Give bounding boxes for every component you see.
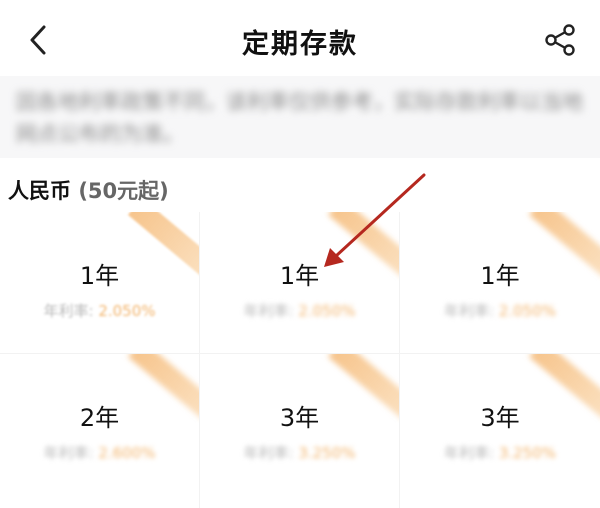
currency-section-title: 人民币 (50元起) <box>8 175 169 205</box>
product-rate: 年利率: 2.050% <box>0 300 199 321</box>
share-button[interactable] <box>540 20 580 60</box>
product-rate: 年利率: 3.250% <box>200 442 399 463</box>
page-title: 定期存款 <box>242 29 358 60</box>
rate-value: 2.050% <box>298 302 356 320</box>
deposit-product-card[interactable]: 1年 年利率: 2.050% <box>200 212 400 354</box>
deposit-product-card[interactable]: 3年 年利率: 3.250% <box>200 354 400 508</box>
deposit-product-card[interactable]: 1年 年利率: 2.050% <box>400 212 600 354</box>
rate-label: 年利率: <box>243 444 294 462</box>
currency-label: 人民币 <box>8 179 71 203</box>
rate-label: 年利率: <box>243 302 294 320</box>
rate-value: 2.600% <box>98 444 156 462</box>
rate-value: 3.250% <box>298 444 356 462</box>
rate-value: 3.250% <box>498 444 557 462</box>
product-term: 3年 <box>279 404 320 432</box>
deposit-product-card[interactable]: 3年 年利率: 3.250% <box>400 354 600 508</box>
rate-value: 2.050% <box>98 302 156 320</box>
deposit-product-card[interactable]: 2年 年利率: 2.600% <box>0 354 200 508</box>
product-rate: 年利率: 2.050% <box>200 300 399 321</box>
rate-notice-text: 因各地利率政策不同，该利率仅供参考，实际存款利率以当地网点公布的为准。 <box>16 90 583 146</box>
product-rate: 年利率: 2.600% <box>0 442 199 463</box>
product-term: 3年 <box>480 404 520 432</box>
deposit-product-grid: 1年 年利率: 2.050% 1年 年利率: 2.050% 1年 年利率: 2.… <box>0 212 600 508</box>
rate-value: 2.050% <box>498 302 557 320</box>
rate-label: 年利率: <box>443 444 495 462</box>
top-bar: 定期存款 <box>0 0 600 76</box>
product-term: 1年 <box>79 262 120 290</box>
product-rate: 年利率: 3.250% <box>400 442 600 463</box>
rate-label: 年利率: <box>43 444 94 462</box>
product-term: 1年 <box>480 262 520 290</box>
rate-notice-banner: 因各地利率政策不同，该利率仅供参考，实际存款利率以当地网点公布的为准。 <box>0 76 600 158</box>
deposit-product-card[interactable]: 1年 年利率: 2.050% <box>0 212 200 354</box>
product-rate: 年利率: 2.050% <box>400 300 600 321</box>
rate-label: 年利率: <box>43 302 94 320</box>
share-icon <box>545 24 575 56</box>
product-term: 2年 <box>79 404 120 432</box>
product-term: 1年 <box>279 262 320 290</box>
minimum-deposit-label: (50元起) <box>78 179 169 203</box>
rate-label: 年利率: <box>443 302 495 320</box>
